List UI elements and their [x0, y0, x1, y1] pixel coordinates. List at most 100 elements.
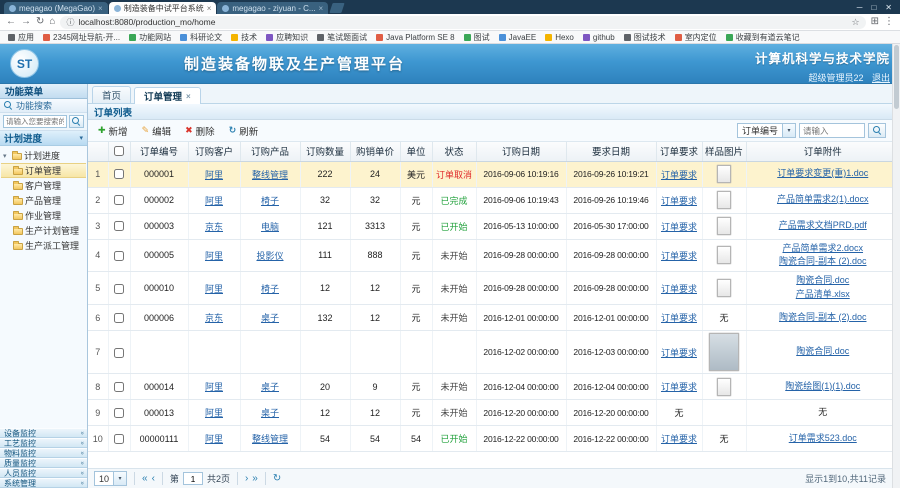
requirement-link[interactable]: 订单要求	[661, 284, 697, 294]
accordion-header-plan[interactable]: 计划进度 ▾	[0, 131, 87, 146]
maximize-icon[interactable]: □	[871, 3, 876, 12]
tree-node[interactable]: 生产计划管理	[1, 223, 86, 238]
table-row[interactable]: 3 000003 京东 电脑 121 3313 元已开始 2016-05-13 10:00:0…	[88, 213, 900, 240]
sample-image-thumbnail[interactable]	[717, 217, 731, 235]
browser-menu-icon[interactable]: ⋮	[884, 17, 894, 27]
sidebar-search-header[interactable]: 功能搜索	[0, 99, 87, 113]
column-header[interactable]: 样品图片	[702, 142, 747, 162]
customer-link[interactable]: 阿里	[205, 434, 223, 444]
column-header[interactable]: 要求日期	[566, 142, 657, 162]
window-close-icon[interactable]: ✕	[885, 3, 892, 12]
customer-link[interactable]: 阿里	[205, 408, 223, 418]
sidebar-section-header[interactable]: 物料监控»	[0, 448, 87, 458]
sidebar-section-header[interactable]: 系统管理 »	[0, 478, 87, 488]
sample-image-thumbnail[interactable]	[717, 279, 731, 298]
tree-root-node[interactable]: ▾ 计划进度	[1, 148, 86, 163]
requirement-link[interactable]: 订单要求	[661, 348, 697, 358]
attachment-link[interactable]: 订单需求523.doc	[749, 432, 898, 446]
bookmark-item[interactable]: 功能网站	[129, 32, 171, 43]
product-link[interactable]: 桌子	[261, 313, 279, 323]
customer-link[interactable]: 阿里	[205, 251, 223, 261]
sidebar-section-header[interactable]: 设备监控»	[0, 428, 87, 438]
customer-link[interactable]: 阿里	[205, 382, 223, 392]
attachment-link[interactable]: 陶瓷合同.doc	[749, 345, 898, 359]
row-checkbox[interactable]	[114, 347, 124, 358]
row-checkbox[interactable]	[114, 283, 124, 294]
requirement-link[interactable]: 订单要求	[661, 222, 697, 232]
column-header[interactable]: 订购数量	[300, 142, 351, 162]
column-header[interactable]: 订单附件	[746, 142, 900, 162]
bookmark-item[interactable]: 2345网址导航-开...	[43, 32, 120, 43]
requirement-link[interactable]: 订单要求	[661, 251, 697, 261]
attachment-link[interactable]: 产品简单需求2.docx	[749, 242, 898, 256]
bookmark-item[interactable]: Java Platform SE 8	[376, 33, 455, 42]
bookmark-item[interactable]: 应用	[8, 32, 34, 43]
bookmark-item[interactable]: JavaEE	[498, 33, 536, 42]
browser-tab[interactable]: megagao - ziyuan - C... ×	[217, 2, 329, 14]
bookmark-item[interactable]: 室内定位	[674, 32, 717, 43]
attachment-link[interactable]: 产品需求文档PRD.pdf	[749, 219, 898, 233]
scrollbar-thumb[interactable]	[894, 45, 899, 109]
bookmark-item[interactable]: 技术	[231, 32, 257, 43]
page-scrollbar[interactable]	[892, 44, 900, 488]
main-tab[interactable]: 订单管理 ×	[134, 87, 201, 104]
tree-node[interactable]: 产品管理	[1, 193, 86, 208]
row-checkbox[interactable]	[114, 250, 124, 261]
row-checkbox[interactable]	[114, 169, 124, 180]
table-row[interactable]: 5 000010 阿里 椅子 12 12 元未开始 2016-09-28 00:00:00 20…	[88, 271, 900, 306]
page-number-input[interactable]	[182, 472, 203, 485]
customer-link[interactable]: 阿里	[205, 284, 223, 294]
sample-image-thumbnail[interactable]	[717, 377, 731, 396]
column-header[interactable]: 订单要求	[656, 142, 703, 162]
row-checkbox[interactable]	[114, 382, 124, 393]
toolbar-search-input[interactable]	[799, 123, 865, 138]
table-row[interactable]: 4 000005 阿里 投影仪 111 888 元未开始 2016-09-28 00:00:0…	[88, 239, 900, 273]
customer-link[interactable]: 京东	[205, 222, 223, 232]
customer-link[interactable]: 阿里	[205, 170, 223, 180]
refresh-page-button[interactable]: ↻	[273, 473, 281, 484]
product-link[interactable]: 整线管理	[252, 434, 288, 444]
sample-image-thumbnail[interactable]	[709, 333, 739, 372]
sidebar-search-button[interactable]	[69, 115, 84, 128]
attachment-link[interactable]: 陶瓷合同-副本 (2).doc	[749, 311, 898, 325]
home-icon[interactable]: ⌂	[49, 17, 55, 27]
minimize-icon[interactable]: ─	[857, 3, 863, 12]
table-row[interactable]: 9 000013 阿里 桌子 12 12 元未开始 2016-12-20 00:00:00 20…	[88, 399, 900, 427]
column-header[interactable]: 状态	[432, 142, 477, 162]
tree-node[interactable]: 生产派工管理	[1, 238, 86, 253]
url-box[interactable]: ⓘ localhost:8080/production_mo/home ☆	[60, 15, 866, 29]
site-info-icon[interactable]: ⓘ	[66, 17, 74, 28]
product-link[interactable]: 电脑	[261, 222, 279, 232]
tab-close-icon[interactable]: ×	[207, 4, 212, 13]
attachment-link[interactable]: 陶瓷合同.doc	[749, 274, 898, 288]
product-link[interactable]: 椅子	[261, 196, 279, 206]
bookmark-item[interactable]: Hexo	[545, 33, 574, 42]
requirement-link[interactable]: 订单要求	[661, 382, 697, 392]
tab-close-icon[interactable]: ×	[98, 4, 103, 13]
sidebar-section-header[interactable]: 工艺监控»	[0, 438, 87, 448]
attachment-link[interactable]: 陶瓷绘图(1)(1).doc	[749, 380, 898, 394]
requirement-link[interactable]: 订单要求	[661, 196, 697, 206]
table-row[interactable]: 2 000002 阿里 椅子 32 32 元已完成 2016-09-06 10:19:43 20…	[88, 187, 900, 214]
bookmark-item[interactable]: 图试技术	[623, 32, 666, 43]
next-page-button[interactable]: ›	[245, 473, 248, 484]
bookmark-star-icon[interactable]: ☆	[852, 17, 860, 28]
bookmark-item[interactable]: github	[582, 33, 615, 42]
sidebar-section-header[interactable]: 质量监控»	[0, 458, 87, 468]
delete-button[interactable]: ✖ 删除	[179, 121, 221, 141]
plus-button[interactable]: ✚ 新增	[92, 121, 134, 141]
attachment-link[interactable]: 产品简单需求2(1).docx	[749, 193, 898, 207]
toolbar-search-button[interactable]	[868, 123, 886, 138]
row-checkbox[interactable]	[114, 408, 124, 419]
refresh-button[interactable]: ↻ 刷新	[223, 121, 265, 141]
sample-image-thumbnail[interactable]	[717, 246, 731, 265]
first-page-button[interactable]: «	[142, 473, 148, 484]
requirement-link[interactable]: 订单要求	[661, 313, 697, 323]
tab-close-icon[interactable]: ×	[186, 92, 191, 101]
logout-link[interactable]: 退出	[872, 73, 890, 83]
table-row[interactable]: 6 000006 京东 桌子 132 12 元未开始 2016-12-01 00:00:00 2…	[88, 304, 900, 332]
select-all-checkbox[interactable]	[114, 146, 124, 157]
column-header[interactable]: 订购产品	[240, 142, 301, 162]
page-size-select[interactable]: 10 ▾	[94, 471, 128, 486]
tree-node[interactable]: 作业管理	[1, 208, 86, 223]
